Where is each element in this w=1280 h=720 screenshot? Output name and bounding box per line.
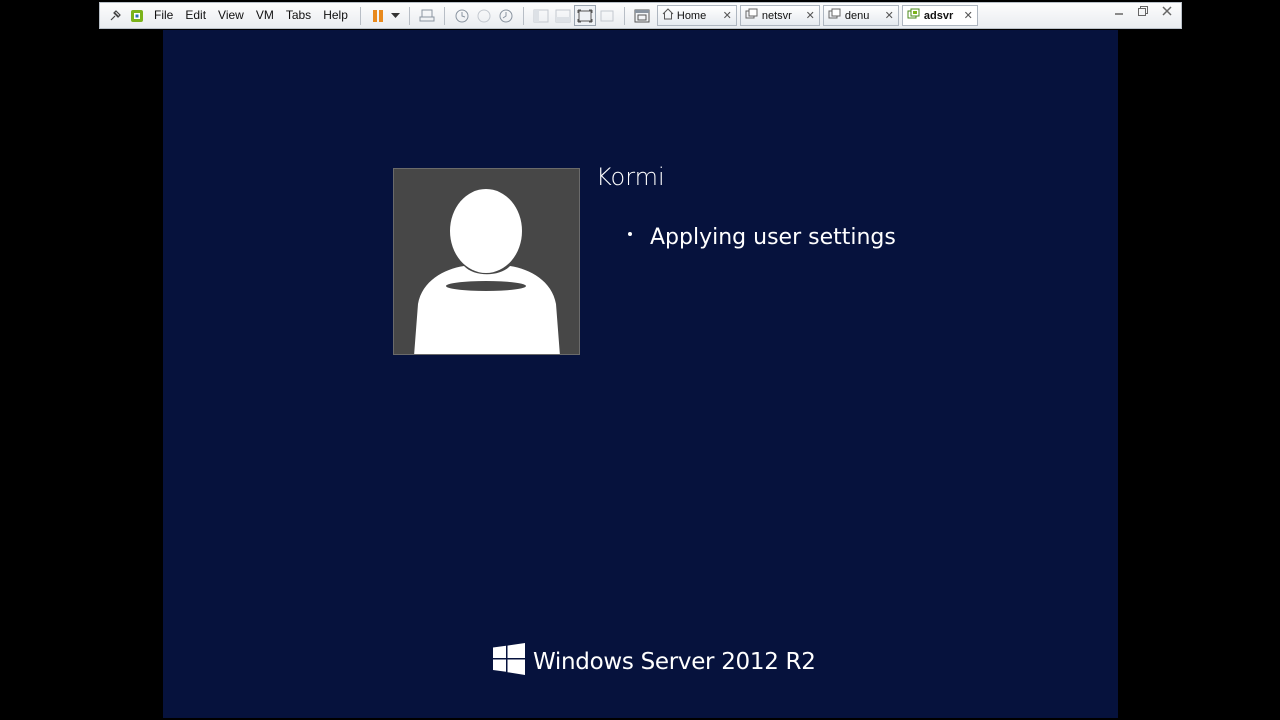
vm-icon	[828, 8, 842, 23]
vm-icon	[745, 8, 759, 23]
restore-icon[interactable]	[1137, 5, 1149, 20]
user-silhouette-icon	[414, 189, 560, 354]
vmware-toolbar: File Edit View VM Tabs Help Home ✕ netsv…	[99, 2, 1182, 29]
toolbar-separator	[443, 6, 445, 25]
thumbnail-bar-icon[interactable]	[552, 5, 574, 26]
sidebar-toggle-icon[interactable]	[530, 5, 552, 26]
user-avatar	[393, 168, 580, 355]
menu-edit[interactable]: Edit	[179, 5, 212, 26]
tab-label: adsvr	[923, 9, 954, 22]
vm-icon	[907, 8, 921, 23]
toolbar-separator	[359, 6, 361, 25]
vmware-logo-icon[interactable]	[126, 5, 148, 26]
close-icon[interactable]: ✕	[723, 9, 732, 22]
tab-label: netsvr	[761, 9, 792, 22]
console-view-icon[interactable]	[631, 5, 653, 26]
unity-icon[interactable]	[596, 5, 618, 26]
menu-file[interactable]: File	[148, 5, 179, 26]
windows-server-branding: Windows Server 2012 R2	[493, 643, 816, 680]
vm-console-screen[interactable]: Kormi Applying user settings Windows Ser…	[163, 30, 1118, 718]
pin-icon[interactable]	[104, 5, 126, 26]
tab-label: Home	[676, 9, 707, 22]
tab-adsvr[interactable]: adsvr ✕	[901, 5, 978, 26]
tab-label: denu	[844, 9, 870, 22]
toolbar-separator	[408, 6, 410, 25]
chevron-down-icon[interactable]	[389, 5, 403, 26]
close-icon[interactable]: ✕	[964, 9, 973, 22]
toolbar-separator	[522, 6, 524, 25]
menu-tabs[interactable]: Tabs	[280, 5, 317, 26]
username-label: Kormi	[596, 163, 665, 191]
progress-spinner-dot	[628, 232, 632, 236]
tab-home[interactable]: Home ✕	[656, 5, 737, 26]
pause-icon[interactable]	[367, 5, 389, 26]
send-ctrl-alt-del-icon[interactable]	[416, 5, 438, 26]
close-window-icon[interactable]	[1161, 5, 1173, 20]
snapshot-icon[interactable]	[451, 5, 473, 26]
toolbar-separator	[623, 6, 625, 25]
brand-text: Windows Server 2012 R2	[533, 648, 816, 675]
tab-denu[interactable]: denu ✕	[822, 5, 899, 26]
menu-vm[interactable]: VM	[250, 5, 280, 26]
snapshot-manager-icon[interactable]	[495, 5, 517, 26]
menu-view[interactable]: View	[212, 5, 250, 26]
window-controls	[1113, 5, 1173, 20]
minimize-icon[interactable]	[1113, 5, 1125, 20]
login-status-text: Applying user settings	[650, 225, 896, 250]
tab-netsvr[interactable]: netsvr ✕	[739, 5, 820, 26]
close-icon[interactable]: ✕	[806, 9, 815, 22]
fullscreen-icon[interactable]	[573, 5, 596, 26]
revert-snapshot-icon[interactable]	[473, 5, 495, 26]
menu-help[interactable]: Help	[317, 5, 354, 26]
home-icon	[662, 8, 674, 23]
close-icon[interactable]: ✕	[885, 9, 894, 22]
windows-logo-icon	[493, 643, 525, 680]
